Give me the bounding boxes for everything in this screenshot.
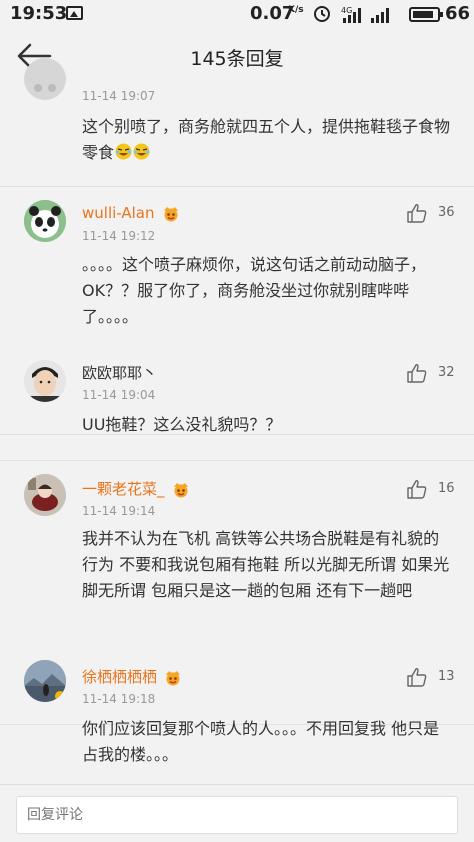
username-text: 徐栖栖栖栖 xyxy=(82,668,158,686)
status-bar: 19:53 0.07 K/s 4G 66 xyxy=(0,0,474,28)
comment-username[interactable]: 徐栖栖栖栖 xyxy=(82,666,183,687)
username-text: wulli-Alan xyxy=(82,204,155,222)
image-notification-icon xyxy=(66,6,83,20)
vip-crown-icon xyxy=(166,670,181,685)
avatar[interactable] xyxy=(24,58,66,100)
header-bar: 145条回复 xyxy=(0,28,474,84)
like-button[interactable]: 16 xyxy=(406,478,466,500)
svg-text:4G: 4G xyxy=(341,6,352,15)
battery-icon xyxy=(409,7,443,22)
username-text: 一颗老花菜_ xyxy=(82,480,165,498)
comment-timestamp: 11-14 19:18 xyxy=(82,692,156,706)
thumbs-up-icon xyxy=(407,204,427,223)
like-count: 32 xyxy=(438,365,455,380)
laughing-crying-emoji-icon xyxy=(133,143,150,160)
divider xyxy=(0,186,474,187)
thumbs-up-icon xyxy=(407,364,427,383)
thumbs-up-icon xyxy=(407,480,427,499)
comment-timestamp: 11-14 19:07 xyxy=(82,89,156,103)
comment-text: 这个别喷了，商务舱就四五个人，提供拖鞋毯子食物零食 xyxy=(82,114,454,166)
network-speed-unit: K/s xyxy=(288,5,304,15)
comment-text: 你们应该回复那个喷人的人。。。不用回复我 他只是占我的楼。。。 xyxy=(82,719,440,764)
avatar[interactable] xyxy=(24,200,66,242)
like-count: 16 xyxy=(438,481,455,496)
avatar[interactable] xyxy=(24,660,66,702)
page-title: 145条回复 xyxy=(190,48,284,70)
like-button[interactable]: 32 xyxy=(406,362,466,384)
comment-timestamp: 11-14 19:04 xyxy=(82,388,156,402)
vip-crown-icon xyxy=(163,206,178,221)
vip-crown-icon xyxy=(173,482,188,497)
comment-text: 。。。。这个喷子麻烦你，说这句话之前动动脑子，OK？？服了你了，商务舱没坐过你就… xyxy=(82,255,427,326)
comment-username[interactable]: 欧欧耶耶丶 xyxy=(82,362,157,383)
like-count: 13 xyxy=(438,669,455,684)
divider xyxy=(0,460,474,461)
signal-icon: 4G xyxy=(341,6,389,23)
comment-text: 我并不认为在飞机 高铁等公共场合脱鞋是有礼貌的行为 不要和我说包厢有拖鞋 所以光… xyxy=(82,529,450,600)
status-time: 19:53 xyxy=(10,3,68,24)
laughing-crying-emoji-icon xyxy=(115,143,132,160)
like-button[interactable]: 36 xyxy=(406,202,466,224)
avatar[interactable] xyxy=(24,360,66,402)
comment-item: 11-14 19:07 这个别喷了，商务舱就四五个人，提供拖鞋毯子食物零食 xyxy=(0,58,474,187)
reply-bar xyxy=(0,784,474,842)
reply-input[interactable] xyxy=(16,796,458,834)
comment-timestamp: 11-14 19:12 xyxy=(82,229,156,243)
comment-text: UU拖鞋？这么没礼貌吗？？ xyxy=(82,415,282,434)
like-count: 36 xyxy=(438,205,455,220)
comment-username[interactable]: wulli-Alan xyxy=(82,204,181,222)
avatar[interactable] xyxy=(24,474,66,516)
comment-username[interactable]: 一颗老花菜_ xyxy=(82,478,191,499)
comment-timestamp: 11-14 19:14 xyxy=(82,504,156,518)
battery-percent: 66 xyxy=(445,3,471,24)
alarm-icon xyxy=(314,6,330,22)
like-button[interactable]: 13 xyxy=(406,666,466,688)
thumbs-up-icon xyxy=(407,668,427,687)
